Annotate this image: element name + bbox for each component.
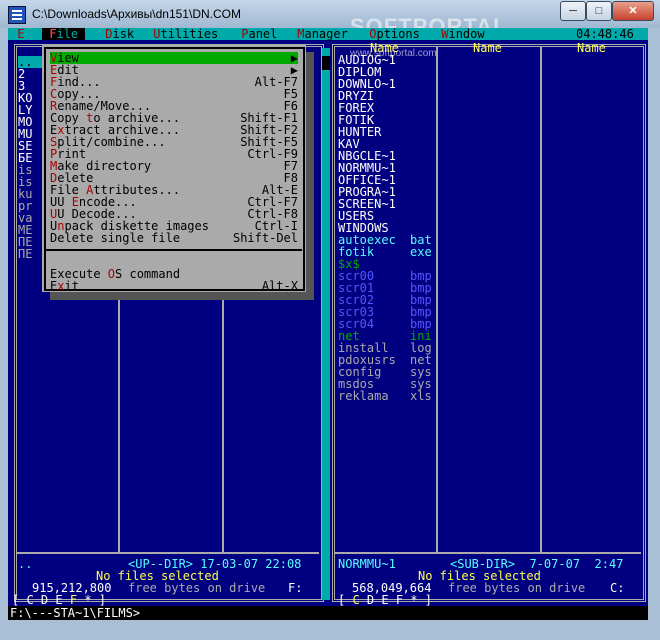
- clock: 04:48:46: [576, 28, 634, 41]
- left-free-text: free bytes on drive: [128, 581, 266, 595]
- menubar-item-text: isk: [112, 28, 135, 41]
- watermark-url: www.softportal.com: [350, 48, 437, 59]
- right-file-name[interactable]: reklama: [338, 390, 389, 402]
- drive-c[interactable]: C: [26, 593, 33, 607]
- menubar-item-text: ptions: [376, 28, 420, 41]
- left-panel-divider: [222, 292, 224, 552]
- right-current-name: NORMMU~1: [338, 557, 396, 571]
- menu-item-text: it: [64, 279, 79, 293]
- drive-bar-text: [ C D E F * ]: [12, 593, 107, 607]
- menu-item-text: Delete single file: [50, 231, 181, 245]
- drive-d[interactable]: D: [41, 593, 48, 607]
- menu-e[interactable]: E: [10, 28, 32, 40]
- drive-e[interactable]: E: [381, 593, 388, 607]
- drive-e[interactable]: E: [55, 593, 62, 607]
- scrollbar-thumb[interactable]: [322, 56, 330, 70]
- right-file-ext: xls: [410, 389, 432, 403]
- left-current-name: ..: [18, 557, 33, 571]
- right-free-text: free bytes on drive: [448, 581, 586, 595]
- menu-window[interactable]: Window: [434, 28, 492, 40]
- right-file-ext: exe: [410, 245, 432, 259]
- menu-utilities[interactable]: Utilities: [146, 28, 226, 40]
- right-drive-letter: C:: [610, 581, 625, 595]
- drive-c[interactable]: C: [352, 593, 359, 607]
- drive-f[interactable]: F: [396, 593, 403, 607]
- right-panel-divider: [436, 47, 438, 552]
- drive-bar-text: [ C D E F * ]: [338, 593, 433, 607]
- right-panel-divider: [540, 47, 542, 552]
- menu-item-hotkey: O: [107, 267, 116, 281]
- menu-file[interactable]: File: [42, 28, 86, 41]
- menu-options[interactable]: Options: [362, 28, 427, 40]
- left-panel-status-divider: [17, 552, 319, 554]
- menubar-item-hotkey: E: [17, 28, 25, 41]
- menu-separator: [46, 249, 302, 251]
- left-panel-divider: [118, 292, 120, 552]
- command-line[interactable]: F:\---STA~1\FILMS>: [8, 606, 648, 620]
- title-bar[interactable]: C:\Downloads\Архивы\dn151\DN.COM SOFTPOR…: [0, 0, 660, 39]
- app-window: C:\Downloads\Архивы\dn151\DN.COM SOFTPOR…: [0, 0, 660, 640]
- menu-manager[interactable]: Manager: [290, 28, 355, 40]
- menubar-item-text: anel: [248, 28, 278, 41]
- menubar-item-text: tilities: [160, 28, 219, 41]
- dos-navigator-screen: E File Disk Utilities Panel Manager Opti…: [8, 28, 648, 620]
- menubar-item-text: anager: [304, 28, 348, 41]
- drive-*[interactable]: *: [410, 593, 417, 607]
- drive-*[interactable]: *: [84, 593, 91, 607]
- close-button[interactable]: ✕: [612, 1, 654, 21]
- window-title: C:\Downloads\Архивы\dn151\DN.COM: [32, 7, 241, 21]
- menu-bar: E File Disk Utilities Panel Manager Opti…: [8, 28, 648, 40]
- scrollbar[interactable]: [322, 48, 330, 600]
- menu-item-exit[interactable]: Exit Alt-X: [50, 280, 298, 292]
- menu-item-text: S command: [115, 267, 181, 281]
- menu-disk[interactable]: Disk: [98, 28, 141, 40]
- menu-item-view[interactable]: View ▶: [50, 52, 298, 64]
- command-prompt: F:\---STA~1\FILMS>: [10, 606, 141, 620]
- menu-item-shortcut: Alt-X: [261, 279, 298, 293]
- file-menu-dropdown: View ▶ Edit ▶ Find... Alt-F7 Copy... F5 Rename/M…: [42, 44, 306, 292]
- menubar-item-text: indow: [448, 28, 485, 41]
- drive-f[interactable]: F: [70, 593, 77, 607]
- right-panel-status-divider: [335, 552, 641, 554]
- left-drive-letter: F:: [288, 581, 303, 595]
- maximize-button[interactable]: □: [586, 1, 612, 21]
- app-icon: [8, 6, 26, 24]
- menubar-item-text: ile: [56, 28, 79, 41]
- drive-d[interactable]: D: [367, 593, 374, 607]
- menu-panel[interactable]: Panel: [234, 28, 285, 40]
- right-col-header: Name: [577, 41, 606, 55]
- left-file-entry[interactable]: ПЕ: [18, 248, 32, 260]
- menu-item-execute-os-command[interactable]: Execute OS command: [50, 268, 298, 280]
- right-col-header: Name: [473, 41, 502, 55]
- minimize-button[interactable]: ─: [560, 1, 586, 21]
- menu-item-shortcut: Shift-Del: [232, 231, 298, 245]
- menu-item-delete-single-file[interactable]: Delete single file Shift-Del: [50, 232, 298, 244]
